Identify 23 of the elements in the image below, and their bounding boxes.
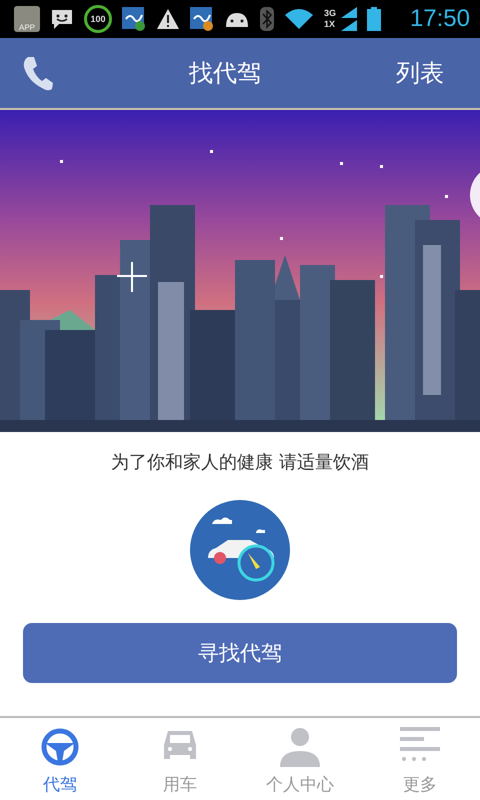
warning-icon: [156, 8, 180, 30]
app-store-icon: APP: [14, 6, 40, 32]
nav-tab[interactable]: 用车: [120, 718, 240, 800]
steering-wheel-icon: [40, 727, 80, 767]
nav-tab[interactable]: 更多: [360, 718, 480, 800]
page-title: 找代驾: [189, 58, 261, 89]
nav-tab[interactable]: 个人中心: [240, 718, 360, 800]
clock-time: 17:50: [410, 5, 470, 33]
car-speedometer-icon: [190, 500, 290, 600]
person-icon: [279, 727, 321, 767]
find-driver-button[interactable]: 寻找代驾: [23, 623, 457, 683]
wifi-icon: [284, 8, 314, 30]
bluetooth-icon: [260, 7, 274, 31]
nav-tab[interactable]: 代驾: [0, 718, 120, 800]
message-icon: [50, 8, 74, 30]
sync-search-icon: [190, 7, 214, 31]
list-button[interactable]: 列表: [396, 57, 458, 89]
android-icon: [224, 10, 250, 28]
sync-upload-icon: [122, 7, 146, 31]
battery-icon: [367, 7, 382, 31]
battery-ring-icon: 100: [84, 5, 112, 33]
safety-notice: 为了你和家人的健康 请适量饮酒: [110, 451, 370, 474]
phone-icon[interactable]: [22, 55, 54, 91]
